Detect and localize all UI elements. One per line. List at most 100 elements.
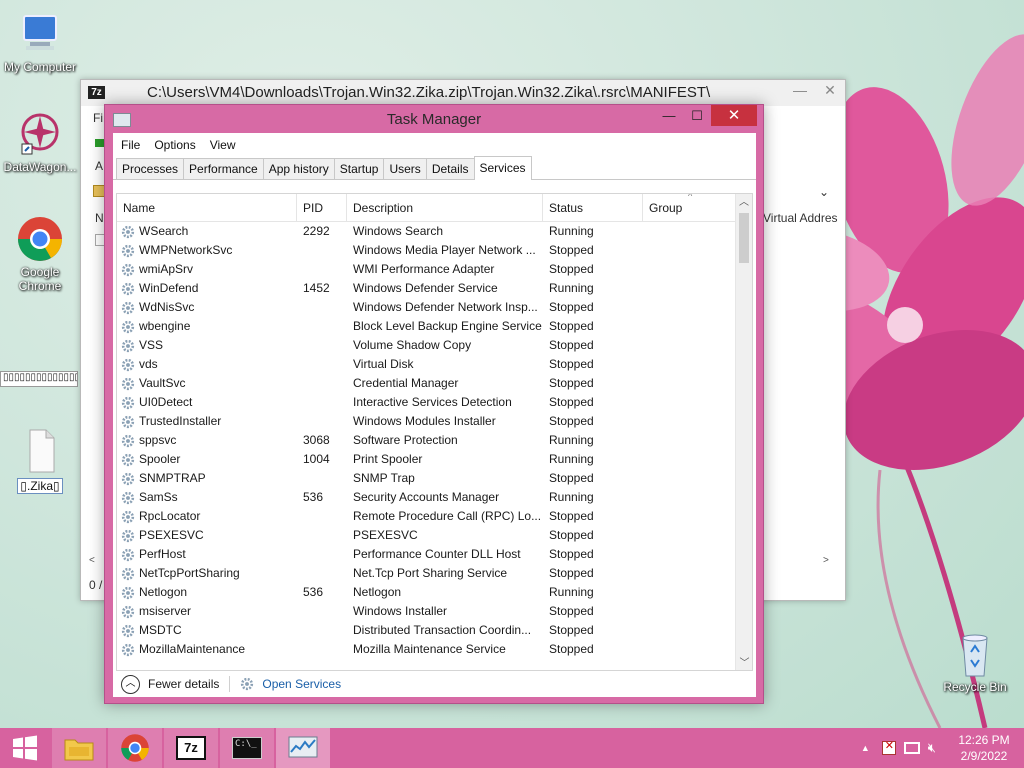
service-name-text: VaultSvc	[139, 376, 186, 390]
minimize-button[interactable]: —	[785, 80, 815, 100]
service-row[interactable]: WSearch 2292 Windows Search Running	[117, 222, 737, 241]
taskbar-cmd[interactable]: C:\_	[220, 728, 274, 768]
task-manager-titlebar[interactable]: Task Manager — ☐ ✕	[105, 105, 763, 133]
service-gear-icon	[121, 567, 135, 580]
column-header-pid[interactable]: PID	[297, 194, 347, 221]
service-row[interactable]: PSEXESVC PSEXESVC Stopped	[117, 526, 737, 545]
clock[interactable]: 12:26 PM 2/9/2022	[944, 732, 1024, 764]
column-header-name[interactable]: Name	[117, 194, 297, 221]
column-header-status[interactable]: Status	[543, 194, 643, 221]
service-row[interactable]: msiserver Windows Installer Stopped	[117, 602, 737, 621]
service-name-text: MSDTC	[139, 623, 182, 637]
scroll-down-arrow[interactable]: ﹀	[736, 655, 752, 670]
taskbar-7zip[interactable]: 7z	[164, 728, 218, 768]
tab-details[interactable]: Details	[425, 158, 475, 179]
chevron-down-icon[interactable]: ⌄	[819, 185, 829, 199]
service-name-text: RpcLocator	[139, 509, 201, 523]
tab-performance[interactable]: Performance	[183, 158, 264, 179]
service-row[interactable]: SamSs 536 Security Accounts Manager Running	[117, 488, 737, 507]
sevenzip-menu-file[interactable]: Fi	[93, 111, 103, 125]
minimize-button[interactable]: —	[655, 105, 683, 126]
column-header-description[interactable]: Description	[347, 194, 543, 221]
tab-users[interactable]: Users	[383, 158, 427, 179]
service-gear-icon	[121, 225, 135, 238]
computer-icon	[16, 10, 64, 58]
service-name-text: WdNisSvc	[139, 300, 195, 314]
service-row[interactable]: WdNisSvc Windows Defender Network Insp...…	[117, 298, 737, 317]
scroll-up-arrow[interactable]: ︿	[736, 194, 752, 211]
desktop-icon-zika-file[interactable]: ▯.Zika▯	[0, 428, 80, 494]
task-manager-footer: ︿ Fewer details Open Services	[113, 671, 756, 697]
menu-view[interactable]: View	[210, 138, 236, 152]
desktop-icon-datawagon[interactable]: DataWagon...	[0, 110, 80, 174]
service-group	[643, 621, 737, 640]
tab-processes[interactable]: Processes	[116, 158, 185, 179]
service-row[interactable]: VSS Volume Shadow Copy Stopped	[117, 336, 737, 355]
service-status: Running	[549, 433, 594, 447]
desktop-icon-chrome[interactable]: Google Chrome	[0, 215, 80, 293]
service-row[interactable]: MSDTC Distributed Transaction Coordin... S…	[117, 621, 737, 640]
desktop-icon-rename-box[interactable]: ▯▯▯▯▯▯▯▯▯▯▯▯▯▯▯▯	[0, 371, 78, 387]
service-row[interactable]: wbengine Block Level Backup Engine Servic…	[117, 317, 737, 336]
taskbar-task-manager[interactable]	[276, 728, 330, 768]
tab-startup[interactable]: Startup	[333, 158, 385, 179]
service-row[interactable]: TrustedInstaller Windows Modules Installe…	[117, 412, 737, 431]
column-header-name[interactable]: N	[95, 211, 104, 225]
close-button[interactable]: ✕	[711, 105, 757, 126]
service-row[interactable]: vds Virtual Disk Stopped	[117, 355, 737, 374]
vertical-scrollbar[interactable]: ︿ ﹀	[735, 194, 752, 670]
service-name: Spooler	[117, 450, 297, 469]
service-group	[643, 412, 737, 431]
service-row[interactable]: RpcLocator Remote Procedure Call (RPC) Lo…	[117, 507, 737, 526]
service-name: WSearch	[117, 222, 297, 241]
service-row[interactable]: WinDefend 1452 Windows Defender Service Run…	[117, 279, 737, 298]
service-row[interactable]: VaultSvc Credential Manager Stopped	[117, 374, 737, 393]
tab-services[interactable]: Services	[473, 156, 532, 180]
menu-options[interactable]: Options	[154, 138, 195, 152]
service-row[interactable]: PerfHost Performance Counter DLL Host Stop…	[117, 545, 737, 564]
service-row[interactable]: Netlogon 536 Netlogon Running	[117, 583, 737, 602]
menu-file[interactable]: File	[121, 138, 140, 152]
scroll-right-arrow[interactable]: >	[823, 555, 829, 566]
open-services-link[interactable]: Open Services	[240, 677, 341, 691]
taskbar-chrome[interactable]	[108, 728, 162, 768]
service-row[interactable]: MozillaMaintenance Mozilla Maintenance Se…	[117, 640, 737, 659]
service-status: Running	[549, 224, 594, 238]
scroll-left-arrow[interactable]: <	[89, 555, 95, 566]
close-button[interactable]: ✕	[815, 80, 845, 100]
desktop-icon-my-computer[interactable]: My Computer	[0, 10, 80, 74]
service-row[interactable]: UI0Detect Interactive Services Detection S…	[117, 393, 737, 412]
sevenzip-titlebar[interactable]: 7z C:\Users\VM4\Downloads\Trojan.Win32.Z…	[81, 80, 845, 106]
service-group	[643, 640, 737, 659]
service-row[interactable]: NetTcpPortSharing Net.Tcp Port Sharing Se…	[117, 564, 737, 583]
speaker-muted-icon[interactable]: 🔇︎	[928, 740, 936, 756]
sevenzip-status: 0 /	[89, 578, 103, 592]
service-description: Distributed Transaction Coordin...	[353, 623, 532, 637]
show-hidden-icons-icon[interactable]: ▲	[861, 743, 870, 753]
service-group	[643, 431, 737, 450]
service-row[interactable]: WMPNetworkSvc Windows Media Player Networ…	[117, 241, 737, 260]
service-pid	[297, 602, 347, 621]
start-button[interactable]	[0, 728, 50, 768]
fewer-details-button[interactable]: Fewer details	[148, 677, 219, 691]
network-icon[interactable]	[903, 742, 920, 754]
service-row[interactable]: Spooler 1004 Print Spooler Running	[117, 450, 737, 469]
service-gear-icon	[121, 301, 135, 314]
desktop-icon-recycle-bin[interactable]: Recycle Bin	[935, 630, 1015, 694]
taskbar-explorer[interactable]	[52, 728, 106, 768]
scrollbar-thumb[interactable]	[739, 213, 749, 263]
service-description: Credential Manager	[353, 376, 459, 390]
task-manager-window[interactable]: Task Manager — ☐ ✕ File Options View Pro…	[104, 104, 764, 704]
service-pid	[297, 412, 347, 431]
service-row[interactable]: wmiApSrv WMI Performance Adapter Stopped	[117, 260, 737, 279]
service-row[interactable]: sppsvc 3068 Software Protection Running	[117, 431, 737, 450]
tab-app-history[interactable]: App history	[262, 158, 335, 179]
maximize-button[interactable]: ☐	[683, 105, 711, 126]
service-row[interactable]: SNMPTRAP SNMP Trap Stopped	[117, 469, 737, 488]
action-center-icon[interactable]: ✕	[881, 740, 896, 755]
chrome-icon	[121, 734, 149, 762]
service-status: Stopped	[549, 395, 594, 409]
services-header: Name PID Description Status Group ^	[117, 194, 752, 222]
chevron-up-icon[interactable]: ︿	[121, 674, 140, 694]
service-name: UI0Detect	[117, 393, 297, 412]
